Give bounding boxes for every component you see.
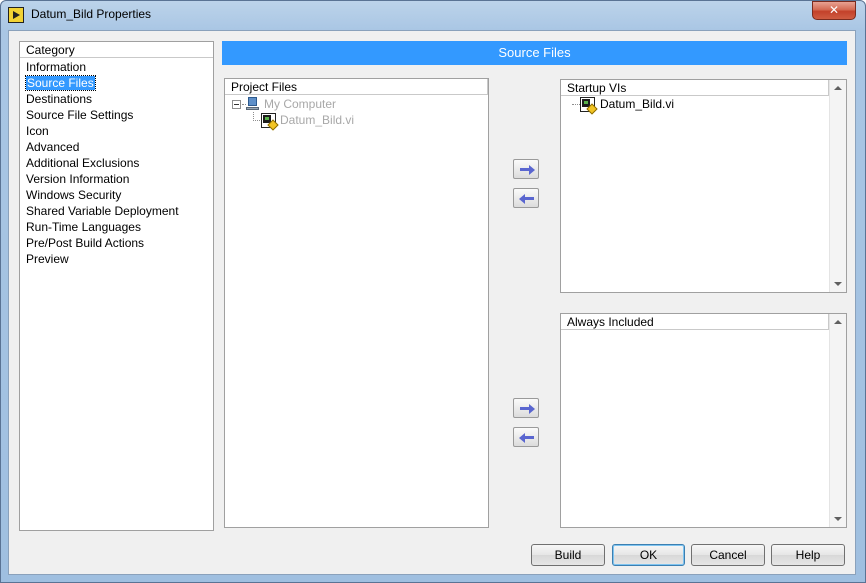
category-item-shared-variable-deployment[interactable]: Shared Variable Deployment <box>20 203 213 219</box>
window-title: Datum_Bild Properties <box>31 7 152 21</box>
always-included-list[interactable]: Always Included <box>560 313 847 528</box>
help-button[interactable]: Help <box>771 544 845 566</box>
tree-item-my-computer[interactable]: My Computer <box>264 96 336 112</box>
section-banner: Source Files <box>222 41 847 65</box>
vi-file-icon <box>261 113 279 131</box>
scroll-up-icon[interactable] <box>834 86 842 90</box>
category-items: Information Source Files Destinations So… <box>20 59 213 267</box>
category-item-information[interactable]: Information <box>20 59 213 75</box>
startup-vis-list[interactable]: Startup VIs Datum_Bild.vi <box>560 79 847 293</box>
category-item-source-file-settings[interactable]: Source File Settings <box>20 107 213 123</box>
always-included-scrollbar[interactable] <box>829 314 846 527</box>
collapse-toggle-icon[interactable] <box>232 100 241 109</box>
remove-from-startup-button[interactable] <box>513 188 539 208</box>
category-list[interactable]: Category Information Source Files Destin… <box>19 41 214 531</box>
close-button[interactable]: ✕ <box>812 1 856 20</box>
scroll-down-icon[interactable] <box>834 282 842 286</box>
startup-vis-scrollbar[interactable] <box>829 80 846 292</box>
arrow-right-icon <box>529 404 535 414</box>
computer-icon <box>246 97 260 111</box>
category-item-version-information[interactable]: Version Information <box>20 171 213 187</box>
vi-file-icon <box>580 97 598 115</box>
project-files-tree[interactable]: Project Files My Computer Datum_Bild.vi <box>224 78 489 528</box>
category-item-pre-post-build-actions[interactable]: Pre/Post Build Actions <box>20 235 213 251</box>
category-item-windows-security[interactable]: Windows Security <box>20 187 213 203</box>
build-button[interactable]: Build <box>531 544 605 566</box>
always-included-header: Always Included <box>561 314 829 330</box>
arrow-left-icon <box>519 433 525 443</box>
tree-connector <box>572 104 580 105</box>
labview-app-icon <box>8 7 24 23</box>
category-header: Category <box>20 42 213 58</box>
category-item-advanced[interactable]: Advanced <box>20 139 213 155</box>
ok-button[interactable]: OK <box>612 544 685 566</box>
scroll-up-icon[interactable] <box>834 320 842 324</box>
startup-vis-header: Startup VIs <box>561 80 829 96</box>
category-item-destinations[interactable]: Destinations <box>20 91 213 107</box>
add-to-startup-button[interactable] <box>513 159 539 179</box>
tree-connector <box>253 120 260 121</box>
remove-from-always-included-button[interactable] <box>513 427 539 447</box>
startup-vi-item[interactable]: Datum_Bild.vi <box>600 96 674 112</box>
project-files-header: Project Files <box>225 79 488 95</box>
category-item-icon[interactable]: Icon <box>20 123 213 139</box>
cancel-button[interactable]: Cancel <box>691 544 765 566</box>
arrow-left-icon <box>519 194 525 204</box>
arrow-right-icon <box>529 165 535 175</box>
category-item-run-time-languages[interactable]: Run-Time Languages <box>20 219 213 235</box>
tree-item-datum-bild-vi[interactable]: Datum_Bild.vi <box>280 112 354 128</box>
category-item-preview[interactable]: Preview <box>20 251 213 267</box>
category-item-additional-exclusions[interactable]: Additional Exclusions <box>20 155 213 171</box>
category-item-source-files[interactable]: Source Files <box>20 75 213 91</box>
title-bar: Datum_Bild Properties ✕ <box>0 0 864 30</box>
scroll-down-icon[interactable] <box>834 517 842 521</box>
add-to-always-included-button[interactable] <box>513 398 539 418</box>
